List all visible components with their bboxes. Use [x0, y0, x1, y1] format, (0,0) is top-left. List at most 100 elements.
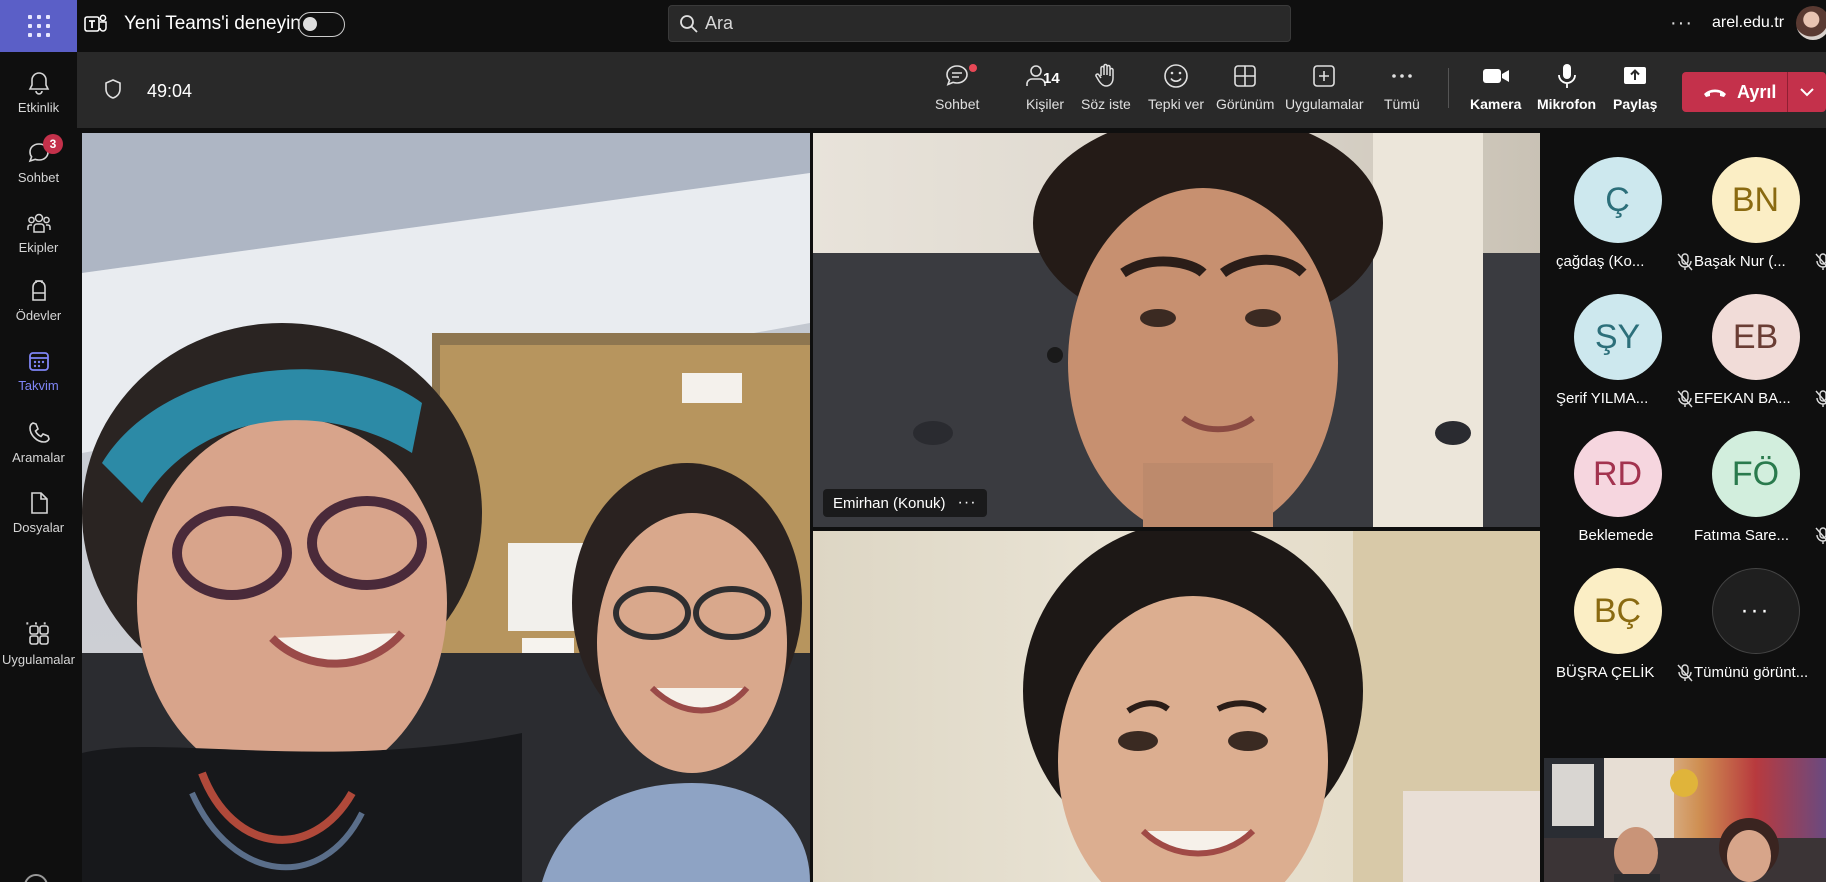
- video-tile-participant[interactable]: [813, 531, 1540, 882]
- camera-button[interactable]: Kamera: [1470, 62, 1521, 122]
- video-feed: [813, 133, 1540, 527]
- grid-view-icon: [1234, 65, 1256, 87]
- emoji-icon: [1164, 64, 1188, 88]
- people-label: Kişiler: [1025, 96, 1065, 112]
- settings-more-button[interactable]: ···: [1670, 12, 1693, 35]
- participant-tile[interactable]: ŞY Şerif YILMA...: [1550, 250, 1693, 408]
- participant-tile[interactable]: BN Başak Nur (...: [1688, 113, 1826, 270]
- meeting-timer: 49:04: [147, 81, 193, 101]
- new-teams-toggle[interactable]: [298, 12, 345, 37]
- chat-label: Sohbet: [935, 96, 980, 112]
- teams-icon: [26, 213, 51, 233]
- waffle-icon: [27, 15, 50, 37]
- apps-icon: [28, 625, 49, 645]
- mic-label: Mikrofon: [1537, 96, 1597, 112]
- rail-label: Uygulamalar: [2, 652, 75, 667]
- chat-button[interactable]: Sohbet: [935, 62, 979, 122]
- people-count: 14: [1043, 70, 1060, 87]
- video-tile-emirhan[interactable]: Emirhan (Konuk) ···: [813, 133, 1540, 527]
- app-rail: Etkinlik 3 Sohbet Ekipler Ödevler Takvim…: [0, 52, 77, 882]
- share-label: Paylaş: [1613, 96, 1658, 112]
- search-icon: [680, 15, 698, 33]
- apps-label: Uygulamalar: [1285, 96, 1364, 112]
- teams-logo-icon: [84, 14, 107, 32]
- view-all-participants-button[interactable]: ··· Tümünü görünt...: [1688, 524, 1823, 681]
- chat-unread-badge: 3: [43, 134, 63, 154]
- hand-icon: [1095, 63, 1114, 87]
- react-label: Tepki ver: [1148, 96, 1205, 112]
- participant-nameplate[interactable]: Emirhan (Konuk) ···: [823, 489, 987, 517]
- hang-up-icon: [1704, 89, 1726, 97]
- file-icon: [30, 492, 48, 514]
- participant-name: BÜŞRA ÇELİK: [1556, 664, 1655, 681]
- rail-label: Ekipler: [18, 240, 59, 255]
- avatar: BÇ: [1573, 568, 1662, 654]
- view-all-label: Tümünü görünt...: [1694, 664, 1809, 681]
- participant-tile[interactable]: EB EFEKAN BA...: [1688, 250, 1826, 407]
- search-box[interactable]: [668, 5, 1291, 42]
- self-view-video[interactable]: [1544, 758, 1826, 882]
- leave-label: Ayrıl: [1737, 81, 1777, 102]
- mic-off-icon: [1677, 664, 1693, 682]
- rail-item-files[interactable]: Dosyalar: [0, 480, 77, 548]
- rail-label: Takvim: [18, 378, 59, 393]
- more-actions-button[interactable]: Tümü: [1384, 62, 1420, 122]
- chat-notification-dot: [969, 64, 977, 72]
- avatar: FÖ: [1711, 431, 1800, 517]
- profile-avatar[interactable]: [1796, 6, 1826, 40]
- rail-item-chat[interactable]: 3 Sohbet: [0, 130, 77, 198]
- toolbar-divider: [1448, 68, 1449, 108]
- video-tile-main[interactable]: [82, 133, 810, 882]
- avatar: BN: [1711, 157, 1800, 243]
- leave-main[interactable]: Ayrıl: [1682, 72, 1788, 112]
- more-icon: [1392, 74, 1412, 78]
- participant-tile[interactable]: RD Beklemede: [1550, 387, 1685, 544]
- chat-icon: [946, 65, 968, 86]
- view-label: Görünüm: [1216, 96, 1275, 112]
- rail-label: Aramalar: [12, 450, 65, 465]
- people-button[interactable]: 14 Kişiler: [1015, 62, 1075, 122]
- rail-label: Dosyalar: [12, 520, 65, 535]
- shield-icon[interactable]: [103, 78, 123, 100]
- participant-tile[interactable]: FÖ Fatıma Sare...: [1688, 387, 1826, 544]
- leave-options-button[interactable]: [1788, 87, 1826, 97]
- calendar-icon: [28, 352, 49, 371]
- share-screen-icon: [1624, 67, 1647, 84]
- rail-item-activity[interactable]: Etkinlik: [0, 60, 77, 128]
- help-icon[interactable]: [24, 874, 48, 882]
- avatar: EB: [1711, 294, 1800, 380]
- video-feed: [1544, 758, 1826, 882]
- rail-item-assignments[interactable]: Ödevler: [0, 268, 77, 336]
- raise-hand-label: Söz iste: [1081, 96, 1131, 112]
- rail-item-teams[interactable]: Ekipler: [0, 200, 77, 268]
- rail-item-apps[interactable]: Uygulamalar: [0, 612, 77, 680]
- bell-icon: [28, 72, 49, 95]
- rail-label: Etkinlik: [17, 100, 60, 115]
- camera-icon: [1482, 69, 1509, 83]
- tile-more-button[interactable]: ···: [958, 494, 977, 512]
- view-button[interactable]: Görünüm: [1216, 62, 1274, 122]
- more-participants-icon: ···: [1711, 568, 1800, 654]
- video-feed: [82, 133, 810, 882]
- rail-item-calendar[interactable]: Takvim: [0, 338, 77, 406]
- raise-hand-button[interactable]: Söz iste: [1081, 62, 1131, 122]
- avatar: ŞY: [1573, 294, 1662, 380]
- try-new-teams-label: Yeni Teams'i deneyin: [124, 13, 301, 34]
- participant-tile[interactable]: BÇ BÜŞRA ÇELİK: [1550, 524, 1693, 682]
- apps-button[interactable]: Uygulamalar: [1285, 62, 1364, 122]
- search-input[interactable]: [705, 6, 1275, 41]
- avatar: RD: [1573, 431, 1662, 517]
- backpack-icon: [31, 280, 46, 301]
- rail-label: Ödevler: [15, 308, 62, 323]
- rail-label: Sohbet: [17, 170, 60, 185]
- app-launcher-button[interactable]: [0, 0, 77, 52]
- rail-item-calls[interactable]: Aramalar: [0, 410, 77, 478]
- chevron-down-icon: [1800, 88, 1814, 97]
- phone-icon: [28, 422, 50, 443]
- video-feed: [1023, 531, 1540, 882]
- react-button[interactable]: Tepki ver: [1148, 62, 1204, 122]
- leave-button[interactable]: Ayrıl: [1682, 72, 1826, 112]
- participant-tile[interactable]: Ç çağdaş (Ko...: [1550, 113, 1693, 271]
- org-name: arel.edu.tr: [1712, 14, 1785, 31]
- microphone-icon: [1557, 64, 1576, 88]
